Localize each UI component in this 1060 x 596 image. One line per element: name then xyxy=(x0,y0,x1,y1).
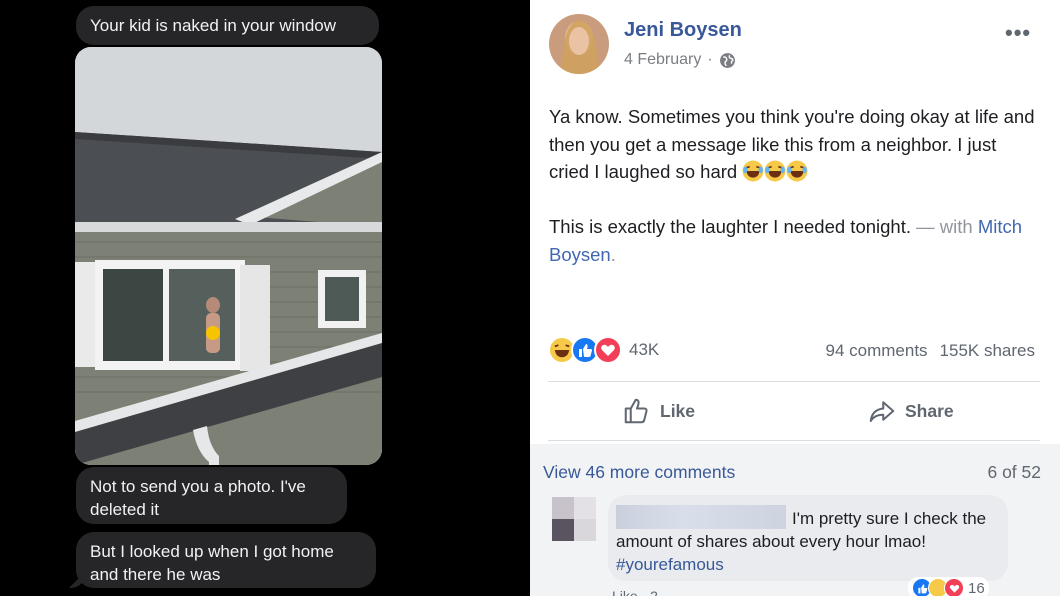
meta-separator: · xyxy=(707,51,713,68)
share-button[interactable]: Share xyxy=(867,396,954,426)
divider xyxy=(548,440,1040,441)
laughing-emoji-icon xyxy=(786,160,808,182)
message-thread: Your kid is naked in your window Not to … xyxy=(0,0,530,596)
commenter-avatar[interactable] xyxy=(552,497,596,541)
house-window-photo xyxy=(75,47,382,465)
reaction-count: 43K xyxy=(629,340,660,359)
post-stats: 94 comments 155K shares xyxy=(826,341,1036,361)
post-meta: 4 February · xyxy=(624,51,736,69)
message-text-1: Your kid is naked in your window xyxy=(90,16,337,35)
comment-reactions[interactable]: 16 xyxy=(908,577,989,596)
commenter-name-blurred[interactable] xyxy=(616,505,786,529)
comment-bubble: I'm pretty sure I check the amount of sh… xyxy=(608,495,1008,581)
laughing-emoji-icon xyxy=(742,160,764,182)
comment-reaction-count: 16 xyxy=(968,579,985,596)
message-bubble-2: Not to send you a photo. I've deleted it xyxy=(76,467,347,524)
like-button[interactable]: Like xyxy=(622,396,695,426)
like-label: Like xyxy=(660,400,696,421)
love-reaction-icon xyxy=(944,578,964,596)
divider xyxy=(548,381,1040,382)
love-reaction-icon xyxy=(594,336,622,364)
post-paragraph-2: This is exactly the laughter I needed to… xyxy=(549,213,1039,268)
share-label: Share xyxy=(905,400,954,421)
share-arrow-icon xyxy=(869,401,895,422)
globe-icon xyxy=(719,52,735,68)
comments-pager: 6 of 52 xyxy=(987,462,1041,482)
reaction-summary[interactable]: 43K xyxy=(548,336,659,364)
mention-suffix: . xyxy=(610,243,616,265)
bubble-tail xyxy=(69,572,85,588)
message-bubble-1: Your kid is naked in your window xyxy=(76,6,379,45)
message-photo[interactable] xyxy=(75,47,382,465)
author-avatar[interactable] xyxy=(549,14,609,74)
shares-count[interactable]: 155K shares xyxy=(940,341,1035,361)
comments-count[interactable]: 94 comments xyxy=(826,341,928,361)
post-author[interactable]: Jeni Boysen xyxy=(624,19,742,42)
comment-footer[interactable]: Like · 2 xyxy=(612,588,658,596)
post-text-2: This is exactly the laughter I needed to… xyxy=(549,216,911,237)
post-date[interactable]: 4 February xyxy=(624,51,701,69)
hashtag-link[interactable]: #yourefamous xyxy=(616,555,724,574)
view-more-comments-link[interactable]: View 46 more comments xyxy=(543,462,735,483)
laughing-emoji-icon xyxy=(764,160,786,182)
message-text-3: But I looked up when I got home and ther… xyxy=(90,542,334,584)
dots-icon[interactable]: ••• xyxy=(1005,20,1031,46)
post-body: Ya know. Sometimes you think you're doin… xyxy=(549,103,1039,296)
like-thumb-icon xyxy=(624,398,648,424)
with-label: — with xyxy=(916,216,973,237)
post-paragraph-1: Ya know. Sometimes you think you're doin… xyxy=(549,103,1039,186)
message-bubble-3: But I looked up when I got home and ther… xyxy=(69,532,376,588)
message-text-2: Not to send you a photo. I've deleted it xyxy=(90,477,306,519)
